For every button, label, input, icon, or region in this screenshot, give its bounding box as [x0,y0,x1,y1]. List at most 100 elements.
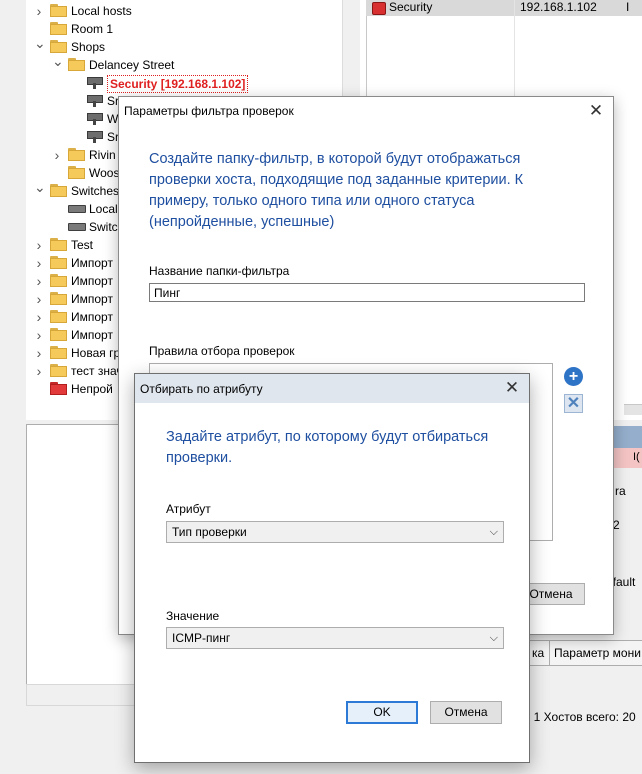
tree-item[interactable]: ⌄ Shops [34,36,366,56]
attribute-select[interactable]: Тип проверки ⌵ [166,521,504,543]
attribute-select-value: Тип проверки [172,525,247,539]
value-select-value: ICMP-пинг [172,631,231,645]
tree-item-label: Local hosts [71,4,132,18]
folder-icon [50,184,67,197]
details-text-2: 2 [613,518,620,532]
tree-item-label: Room 1 [71,22,114,36]
details-highlight-text: I( [633,451,640,463]
value-select[interactable]: ICMP-пинг ⌵ [166,627,504,649]
filter-name-input[interactable] [149,283,585,302]
folder-icon [50,364,67,377]
tree-item-label: Импорт [71,310,113,324]
chevron-down-icon[interactable]: ⌄ [34,180,46,200]
folder-icon [50,328,67,341]
tab-monitoring-params[interactable]: Параметр мони [549,640,642,666]
tree-item-label: W [107,112,119,126]
chevron-right-icon[interactable]: › [34,290,44,308]
tree-item-label: Woos [89,166,120,180]
tree-item[interactable]: › Local hosts [34,2,366,20]
folder-icon [68,166,85,179]
tree-item-label: Импорт [71,274,113,288]
folder-icon [50,256,67,269]
chevron-right-icon[interactable]: › [34,308,44,326]
camera-icon [86,130,104,144]
tree-item-label: Непрой [71,382,113,396]
tree-item[interactable]: ⌄ Delancey Street [52,54,366,74]
chevron-down-icon[interactable]: ⌄ [34,36,46,56]
ok-button[interactable]: OK [346,701,418,724]
camera-icon [86,76,104,90]
rules-label: Правила отбора проверок [149,344,295,358]
tree-item[interactable]: Security [192.168.1.102] [70,74,366,93]
chevron-right-icon[interactable]: › [34,254,44,272]
tree-item-label: Импорт [71,292,113,306]
chevron-down-icon[interactable]: ⌄ [52,54,64,74]
value-label: Значение [166,609,220,623]
tree-item-label: Новая гр [71,346,121,360]
chevron-down-icon: ⌵ [489,526,498,538]
status-bar-hosts: : 1 Хостов всего: 20 [527,710,636,724]
folder-icon [50,40,67,53]
chevron-right-icon[interactable]: › [34,362,44,380]
tree-item-label: Shops [71,40,106,54]
attribute-label: Атрибут [166,502,211,516]
chevron-down-icon: ⌵ [489,632,498,644]
chevron-right-icon[interactable]: › [52,146,62,164]
close-icon[interactable]: ✕ [501,377,523,399]
folder-icon [50,346,67,359]
dialog-titlebar[interactable]: Параметры фильтра проверок ✕ [119,97,613,126]
tree-item-label: Импорт [71,328,113,342]
check-name-cell: Security [389,0,433,14]
dialog-description: Создайте папку-фильтр, в которой будут о… [149,151,524,230]
dialog-title: Параметры фильтра проверок [124,104,294,118]
horizontal-scrollbar[interactable] [624,404,642,415]
tree-item-label: Delancey Street [89,58,175,72]
chevron-right-icon[interactable]: › [34,272,44,290]
dialog-description: Задайте атрибут, по которому будут отбир… [166,429,489,466]
folder-icon [50,310,67,323]
folder-icon [50,22,67,35]
dialog-titlebar[interactable]: Отбирать по атрибуту ✕ [135,374,529,403]
bottom-tabs: ка Параметр мони [527,640,642,666]
filter-name-label: Название папки-фильтра [149,264,290,278]
folder-icon [50,292,67,305]
camera-icon [86,112,104,126]
details-text-1: ra [615,484,626,498]
tree-item-label: Rivin [89,148,116,162]
switch-icon [68,205,86,213]
tree-item[interactable]: Room 1 [34,20,366,38]
tree-item-label: Импорт [71,256,113,270]
switch-icon [68,223,86,231]
chevron-right-icon[interactable]: › [34,326,44,344]
close-icon[interactable]: ✕ [585,100,607,122]
chevron-right-icon[interactable]: › [34,344,44,362]
check-ip-cell: 192.168.1.102 [520,0,597,14]
cancel-button[interactable]: Отмена [430,701,502,724]
tree-item-label: Local [89,202,118,216]
tree-item-label: Switc [89,220,118,234]
status-failed-icon [372,2,386,15]
folder-icon [50,274,67,287]
add-rule-button[interactable]: + [564,367,583,386]
tree-item-label: Switches [71,184,120,198]
tree-item-label: Security [192.168.1.102] [107,75,249,93]
folder-icon [50,238,67,251]
folder-icon [68,148,85,161]
remove-rule-button[interactable]: ✕ [564,394,583,413]
chevron-right-icon[interactable]: › [34,2,44,20]
tree-item-label: Test [71,238,94,252]
camera-icon [86,94,104,108]
chevron-right-icon[interactable]: › [34,236,44,254]
dialog-title: Отбирать по атрибуту [140,382,263,396]
folder-icon [50,4,67,17]
check-extra-cell: I [626,0,630,14]
folder-icon [68,58,85,71]
